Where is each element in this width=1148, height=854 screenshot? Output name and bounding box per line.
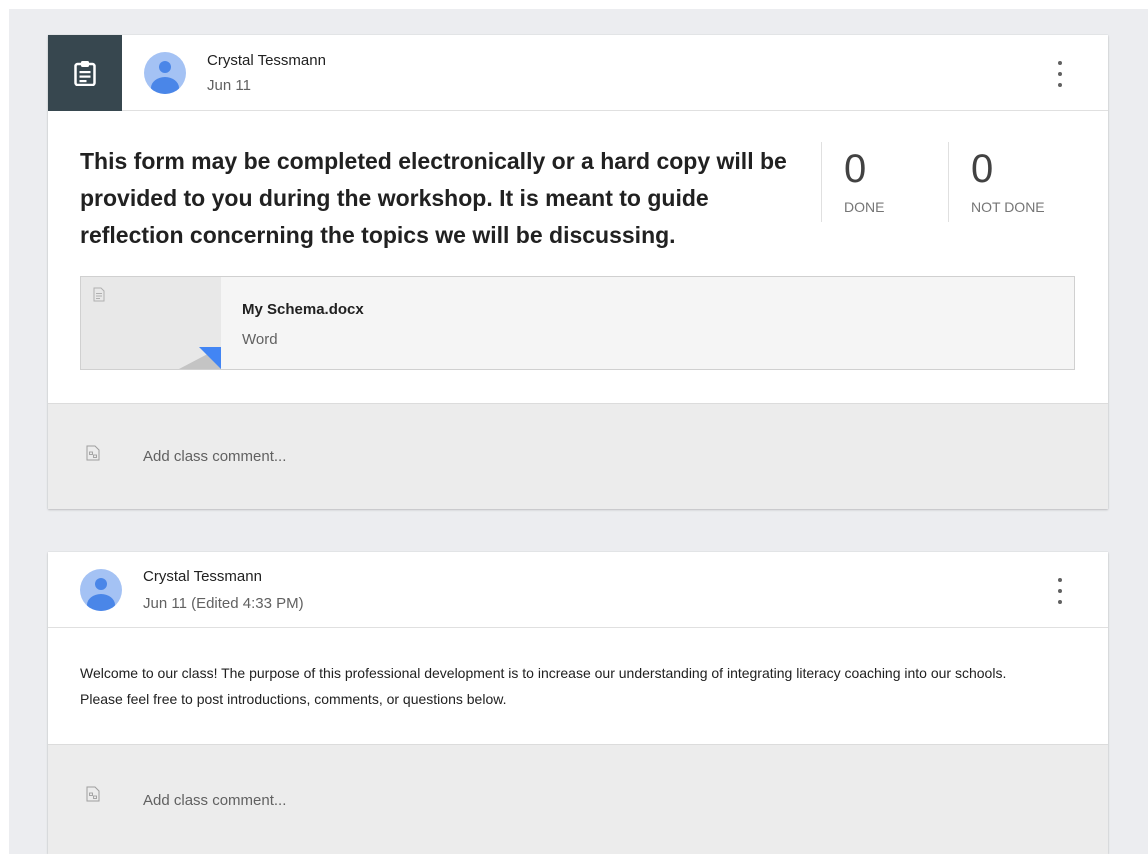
done-label: DONE bbox=[844, 199, 885, 215]
attachment-card[interactable]: My Schema.docx Word bbox=[80, 276, 1075, 370]
attachment-thumbnail bbox=[81, 277, 221, 369]
class-comment-input[interactable]: Add class comment... bbox=[48, 403, 1108, 509]
class-comment-input[interactable]: Add class comment... bbox=[48, 744, 1108, 854]
post-author[interactable]: Crystal Tessmann bbox=[143, 568, 262, 585]
attachment-type: Word bbox=[242, 331, 278, 348]
announcement-body: Welcome to our class! The purpose of thi… bbox=[80, 665, 1007, 707]
assignment-icon bbox=[74, 61, 96, 86]
not-done-stat[interactable]: 0 NOT DONE bbox=[948, 142, 1088, 222]
assignment-title[interactable]: This form may be completed electronicall… bbox=[80, 143, 800, 254]
comment-doc-icon bbox=[86, 786, 100, 802]
not-done-label: NOT DONE bbox=[971, 199, 1045, 215]
assignment-card: Crystal Tessmann Jun 11 This form may be… bbox=[48, 35, 1108, 509]
post-date: Jun 11 (Edited 4:33 PM) bbox=[143, 595, 304, 612]
comment-doc-icon bbox=[86, 445, 100, 461]
done-count: 0 bbox=[844, 147, 867, 191]
avatar[interactable] bbox=[80, 569, 122, 611]
not-done-count: 0 bbox=[971, 147, 994, 191]
more-options-icon[interactable] bbox=[1050, 61, 1070, 87]
comment-placeholder: Add class comment... bbox=[143, 448, 287, 465]
document-icon bbox=[93, 287, 105, 302]
avatar-body bbox=[87, 594, 115, 611]
assignment-card-header: Crystal Tessmann Jun 11 bbox=[48, 35, 1108, 111]
attachment-name: My Schema.docx bbox=[242, 301, 364, 318]
announcement-card-header: Crystal Tessmann Jun 11 (Edited 4:33 PM) bbox=[48, 552, 1108, 628]
announcement-card: Crystal Tessmann Jun 11 (Edited 4:33 PM)… bbox=[48, 552, 1108, 854]
avatar-head bbox=[159, 61, 171, 73]
post-date: Jun 11 bbox=[207, 77, 251, 94]
assignment-badge bbox=[48, 35, 122, 111]
avatar-head bbox=[95, 578, 107, 590]
post-author[interactable]: Crystal Tessmann bbox=[207, 52, 326, 69]
more-options-icon[interactable] bbox=[1050, 578, 1070, 604]
avatar[interactable] bbox=[144, 52, 186, 94]
word-file-marker bbox=[199, 347, 221, 369]
comment-placeholder: Add class comment... bbox=[143, 792, 287, 809]
avatar-body bbox=[151, 77, 179, 94]
done-stat[interactable]: 0 DONE bbox=[821, 142, 948, 222]
